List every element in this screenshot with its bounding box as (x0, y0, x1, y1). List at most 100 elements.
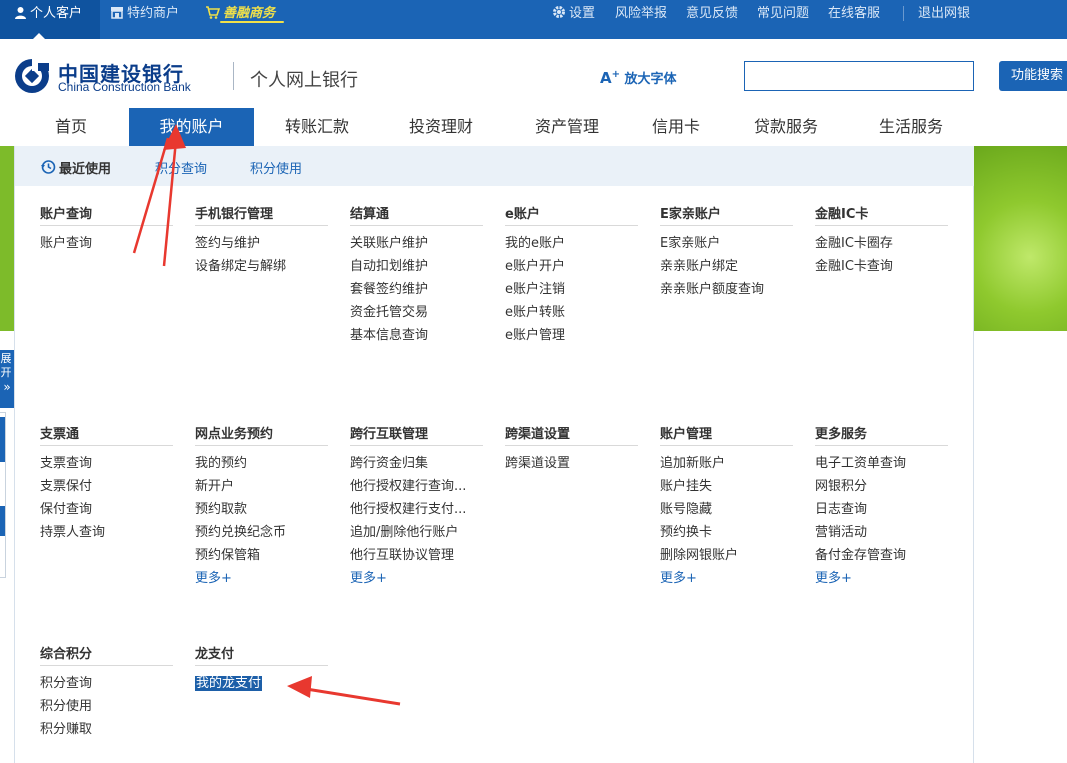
font-size-icon: A+ (600, 69, 620, 87)
menu-link-label: 亲亲账户额度查询 (660, 282, 765, 297)
recent-link-points-use[interactable]: 积分使用 (250, 158, 302, 177)
menu-link[interactable]: 自动扣划维护 (350, 255, 483, 278)
nav-credit-card[interactable]: 信用卡 (643, 108, 709, 146)
user-icon (15, 7, 26, 19)
menu-link[interactable]: 签约与维护 (195, 232, 328, 255)
menu-link[interactable]: 我的e账户 (505, 232, 638, 255)
menu-link[interactable]: 账户挂失 (660, 475, 793, 498)
menu-category: 账户查询 账户查询 (40, 204, 173, 255)
menu-link[interactable]: 日志查询 (815, 498, 948, 521)
menu-link[interactable]: 设备绑定与解绑 (195, 255, 328, 278)
menu-link[interactable]: 网银积分 (815, 475, 948, 498)
menu-link[interactable]: 电子工资单查询 (815, 452, 948, 475)
menu-link-label: 金融IC卡圈存 (815, 236, 893, 251)
menu-link[interactable]: 他行授权建行查询... (350, 475, 483, 498)
menu-link[interactable]: e账户开户 (505, 255, 638, 278)
enlarge-font-button[interactable]: A+ 放大字体 (600, 68, 677, 87)
feedback-link[interactable]: 意见反馈 (686, 0, 738, 27)
more-link[interactable]: 更多+ (350, 567, 483, 590)
menu-link[interactable]: 持票人查询 (40, 521, 173, 544)
menu-link[interactable]: 亲亲账户绑定 (660, 255, 793, 278)
menu-link[interactable]: 账户查询 (40, 232, 173, 255)
menu-link[interactable]: 我的预约 (195, 452, 328, 475)
recently-used-label: 最近使用 (59, 162, 112, 177)
menu-link[interactable]: 支票查询 (40, 452, 173, 475)
menu-link-label: e账户注销 (505, 282, 565, 297)
merchant-tab[interactable]: 特约商户 (110, 0, 179, 27)
menu-link[interactable]: 预约换卡 (660, 521, 793, 544)
nav-my-account[interactable]: 我的账户 (129, 108, 254, 146)
menu-link[interactable]: 追加新账户 (660, 452, 793, 475)
menu-link[interactable]: 营销活动 (815, 521, 948, 544)
faq-link[interactable]: 常见问题 (757, 0, 809, 27)
menu-link[interactable]: 他行互联协议管理 (350, 544, 483, 567)
menu-link-label: 积分使用 (40, 699, 93, 714)
menu-link-label: 新开户 (195, 479, 235, 494)
menu-link-my-longpay[interactable]: 我的龙支付 (195, 672, 328, 695)
menu-link-label: 设备绑定与解绑 (195, 259, 287, 274)
menu-link[interactable]: e账户转账 (505, 301, 638, 324)
double-chevron-right-icon: » (3, 380, 11, 394)
menu-link[interactable]: 跨行资金归集 (350, 452, 483, 475)
menu-link[interactable]: 预约取款 (195, 498, 328, 521)
menu-link[interactable]: 资金托管交易 (350, 301, 483, 324)
menu-link[interactable]: 积分查询 (40, 672, 173, 695)
menu-link[interactable]: 备付金存管查询 (815, 544, 948, 567)
personal-customer-tab[interactable]: 个人客户 (14, 0, 82, 27)
menu-link[interactable]: 保付查询 (40, 498, 173, 521)
more-link[interactable]: 更多+ (660, 567, 793, 590)
more-link[interactable]: 更多+ (815, 567, 948, 590)
settings-link[interactable]: 设置 (552, 0, 595, 27)
menu-link[interactable]: 删除网银账户 (660, 544, 793, 567)
menu-link[interactable]: 支票保付 (40, 475, 173, 498)
recent-link-points-query[interactable]: 积分查询 (155, 158, 207, 177)
menu-link[interactable]: 金融IC卡查询 (815, 255, 948, 278)
menu-link-label: 电子工资单查询 (815, 456, 907, 471)
store-icon (111, 7, 123, 19)
menu-category-title: 手机银行管理 (195, 204, 328, 226)
menu-category: 金融IC卡 金融IC卡圈存 金融IC卡查询 (815, 204, 948, 278)
menu-link[interactable]: 积分赚取 (40, 718, 173, 741)
menu-link[interactable]: 关联账户维护 (350, 232, 483, 255)
menu-link[interactable]: 套餐签约维护 (350, 278, 483, 301)
menu-link[interactable]: 预约保管箱 (195, 544, 328, 567)
menu-link-label: 他行授权建行支付... (350, 502, 467, 517)
menu-link-label: 积分赚取 (40, 722, 93, 737)
more-link[interactable]: 更多+ (195, 567, 328, 590)
menu-link[interactable]: 追加/删除他行账户 (350, 521, 483, 544)
nav-home[interactable]: 首页 (40, 108, 102, 146)
menu-link[interactable]: E家亲账户 (660, 232, 793, 255)
sidebar-expand-tab[interactable]: 展开 » (0, 350, 14, 408)
topbar-divider (903, 6, 904, 21)
nav-investment[interactable]: 投资理财 (396, 108, 486, 146)
menu-link[interactable]: 新开户 (195, 475, 328, 498)
function-search-input[interactable] (744, 61, 974, 91)
logout-link[interactable]: 退出网银 (918, 0, 970, 27)
menu-link[interactable]: 预约兑换纪念币 (195, 521, 328, 544)
nav-asset-management[interactable]: 资产管理 (522, 108, 612, 146)
menu-link-label: 我的e账户 (505, 236, 565, 251)
online-service-link[interactable]: 在线客服 (828, 0, 880, 27)
risk-report-link[interactable]: 风险举报 (615, 0, 667, 27)
menu-link[interactable]: 跨渠道设置 (505, 452, 638, 475)
menu-link-label: 支票保付 (40, 479, 93, 494)
menu-link[interactable]: 账号隐藏 (660, 498, 793, 521)
menu-link-label: 预约兑换纪念币 (195, 525, 287, 540)
menu-link[interactable]: 积分使用 (40, 695, 173, 718)
ccb-logo[interactable] (14, 58, 50, 98)
menu-link[interactable]: 金融IC卡圈存 (815, 232, 948, 255)
nav-life-services[interactable]: 生活服务 (866, 108, 956, 146)
function-search-button[interactable]: 功能搜索 (999, 61, 1067, 91)
menu-link[interactable]: e账户管理 (505, 324, 638, 347)
menu-link-label: e账户管理 (505, 328, 565, 343)
menu-link[interactable]: 基本信息查询 (350, 324, 483, 347)
menu-link-label: e账户转账 (505, 305, 565, 320)
menu-link-label: 套餐签约维护 (350, 282, 429, 297)
nav-transfer[interactable]: 转账汇款 (272, 108, 362, 146)
nav-loan-services[interactable]: 贷款服务 (742, 108, 830, 146)
menu-link[interactable]: 他行授权建行支付... (350, 498, 483, 521)
menu-link[interactable]: 亲亲账户额度查询 (660, 278, 793, 301)
menu-link-label: 追加新账户 (660, 456, 726, 471)
menu-link[interactable]: e账户注销 (505, 278, 638, 301)
menu-category-title: 账户管理 (660, 424, 793, 446)
